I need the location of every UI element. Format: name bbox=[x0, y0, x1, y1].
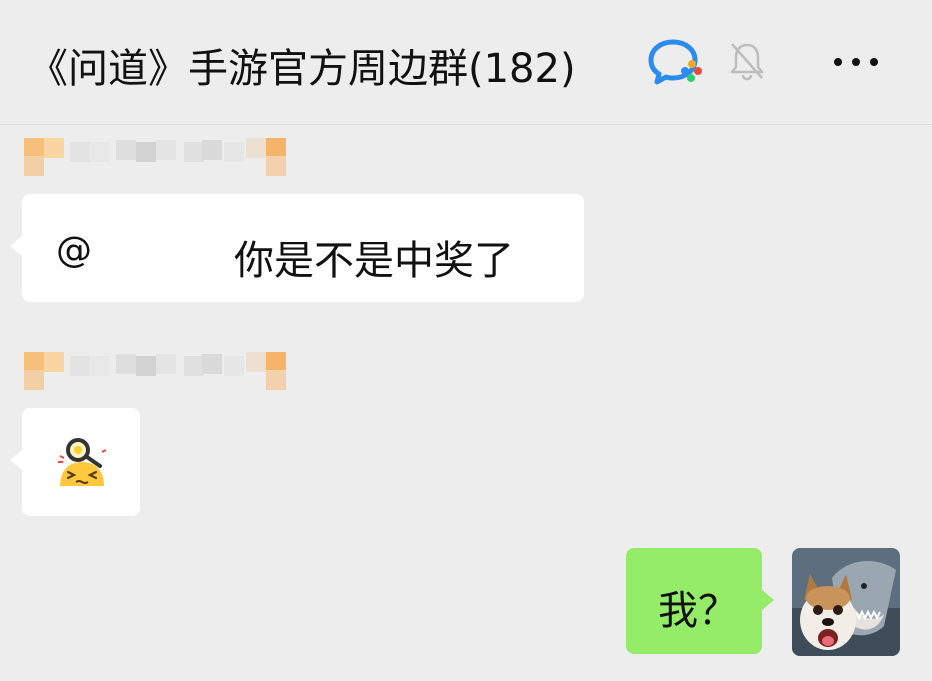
message-bubble-outgoing[interactable]: 我？ bbox=[626, 548, 774, 654]
dog-shark-avatar[interactable] bbox=[792, 548, 900, 656]
frying-pan-face-emoji bbox=[58, 438, 107, 486]
more-options-button[interactable] bbox=[826, 42, 886, 82]
mention-at: @ bbox=[56, 230, 92, 271]
message-text: 你是不是中奖了 bbox=[234, 238, 514, 284]
sender-name-redacted bbox=[24, 342, 304, 390]
message-bubble-incoming[interactable]: @ 你是不是中奖了 bbox=[10, 194, 584, 302]
sender-name-redacted bbox=[24, 128, 304, 176]
wecom-chat-icon bbox=[648, 39, 702, 85]
chat-title[interactable]: 《问道》手游官方周边群(182) bbox=[28, 36, 576, 94]
chat-header: 《问道》手游官方周边群(182) bbox=[0, 0, 932, 125]
message-bubble-incoming[interactable] bbox=[10, 408, 140, 516]
message-text: 我？ bbox=[658, 588, 738, 634]
bell-off-icon[interactable] bbox=[728, 40, 766, 82]
